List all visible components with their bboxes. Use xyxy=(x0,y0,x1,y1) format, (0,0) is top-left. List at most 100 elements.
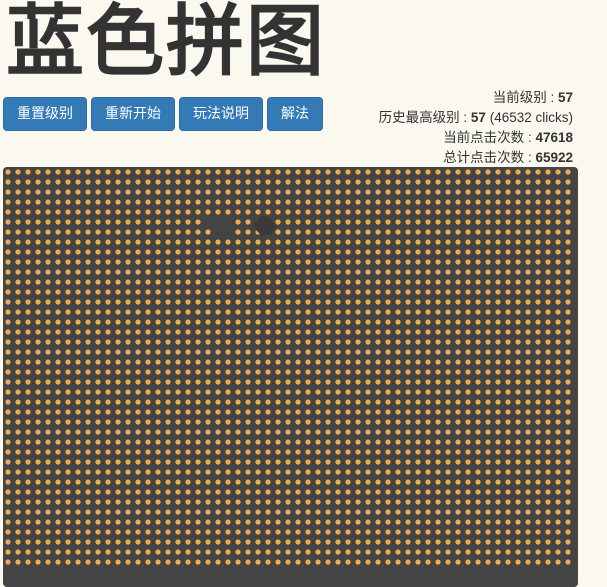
tile-dot[interactable] xyxy=(365,469,371,475)
tile-dot[interactable] xyxy=(75,509,81,515)
tile-dot[interactable] xyxy=(165,219,171,225)
tile-dot[interactable] xyxy=(195,269,201,275)
tile-dot[interactable] xyxy=(215,199,221,205)
tile-dot[interactable] xyxy=(125,169,131,175)
tile-dot[interactable] xyxy=(325,329,331,335)
tile-dot[interactable] xyxy=(145,509,151,515)
tile-dot[interactable] xyxy=(415,469,421,475)
tile-dot[interactable] xyxy=(275,539,281,545)
tile-dot[interactable] xyxy=(235,269,241,275)
tile-dot[interactable] xyxy=(165,549,171,555)
tile-dot[interactable] xyxy=(325,179,331,185)
tile-dot[interactable] xyxy=(395,559,401,565)
tile-dot[interactable] xyxy=(95,239,101,245)
tile-dot[interactable] xyxy=(145,469,151,475)
tile-dot[interactable] xyxy=(155,289,161,295)
tile-dot[interactable] xyxy=(485,229,491,235)
tile-dot[interactable] xyxy=(5,339,11,345)
tile-dot[interactable] xyxy=(465,229,471,235)
tile-dot[interactable] xyxy=(195,409,201,415)
tile-dot[interactable] xyxy=(125,339,131,345)
tile-dot[interactable] xyxy=(275,379,281,385)
tile-dot[interactable] xyxy=(145,449,151,455)
tile-dot[interactable] xyxy=(495,409,501,415)
tile-dot[interactable] xyxy=(535,289,541,295)
tile-dot[interactable] xyxy=(45,229,51,235)
tile-dot[interactable] xyxy=(135,229,141,235)
tile-dot[interactable] xyxy=(225,389,231,395)
tile-dot[interactable] xyxy=(555,359,561,365)
tile-dot[interactable] xyxy=(535,189,541,195)
tile-dot[interactable] xyxy=(465,479,471,485)
tile-dot[interactable] xyxy=(275,529,281,535)
tile-dot[interactable] xyxy=(565,209,571,215)
tile-dot[interactable] xyxy=(235,189,241,195)
tile-dot[interactable] xyxy=(535,369,541,375)
tile-dot[interactable] xyxy=(565,459,571,465)
tile-dot[interactable] xyxy=(75,479,81,485)
tile-dot[interactable] xyxy=(65,559,71,565)
tile-dot[interactable] xyxy=(495,239,501,245)
tile-dot[interactable] xyxy=(245,299,251,305)
tile-dot[interactable] xyxy=(425,439,431,445)
tile-dot[interactable] xyxy=(95,269,101,275)
tile-dot[interactable] xyxy=(235,289,241,295)
tile-dot[interactable] xyxy=(465,539,471,545)
tile-dot[interactable] xyxy=(415,419,421,425)
tile-dot[interactable] xyxy=(375,299,381,305)
tile-dot[interactable] xyxy=(195,529,201,535)
tile-dot[interactable] xyxy=(345,169,351,175)
tile-dot[interactable] xyxy=(325,459,331,465)
tile-dot[interactable] xyxy=(165,369,171,375)
tile-dot[interactable] xyxy=(235,359,241,365)
tile-dot[interactable] xyxy=(395,469,401,475)
tile-dot[interactable] xyxy=(435,239,441,245)
tile-dot[interactable] xyxy=(355,499,361,505)
tile-dot[interactable] xyxy=(515,289,521,295)
tile-dot[interactable] xyxy=(115,249,121,255)
tile-dot[interactable] xyxy=(105,399,111,405)
tile-dot[interactable] xyxy=(195,469,201,475)
tile-dot[interactable] xyxy=(295,229,301,235)
tile-dot[interactable] xyxy=(405,329,411,335)
tile-dot[interactable] xyxy=(115,239,121,245)
tile-dot[interactable] xyxy=(345,399,351,405)
tile-dot[interactable] xyxy=(15,369,21,375)
tile-dot[interactable] xyxy=(455,259,461,265)
tile-dot[interactable] xyxy=(395,499,401,505)
tile-dot[interactable] xyxy=(235,449,241,455)
tile-dot[interactable] xyxy=(485,439,491,445)
tile-dot[interactable] xyxy=(375,499,381,505)
tile-dot[interactable] xyxy=(115,539,121,545)
tile-dot[interactable] xyxy=(75,429,81,435)
tile-dot[interactable] xyxy=(415,249,421,255)
tile-dot[interactable] xyxy=(235,529,241,535)
tile-dot[interactable] xyxy=(535,529,541,535)
tile-dot[interactable] xyxy=(245,529,251,535)
tile-dot[interactable] xyxy=(425,379,431,385)
tile-dot[interactable] xyxy=(335,499,341,505)
tile-dot[interactable] xyxy=(435,449,441,455)
tile-dot[interactable] xyxy=(115,339,121,345)
tile-dot[interactable] xyxy=(165,459,171,465)
tile-dot[interactable] xyxy=(35,229,41,235)
tile-dot[interactable] xyxy=(275,399,281,405)
tile-dot[interactable] xyxy=(515,169,521,175)
tile-dot[interactable] xyxy=(295,379,301,385)
tile-dot[interactable] xyxy=(465,299,471,305)
tile-dot[interactable] xyxy=(515,359,521,365)
tile-dot[interactable] xyxy=(295,239,301,245)
tile-dot[interactable] xyxy=(305,409,311,415)
tile-dot[interactable] xyxy=(355,389,361,395)
tile-dot[interactable] xyxy=(495,549,501,555)
tile-dot[interactable] xyxy=(425,219,431,225)
tile-dot[interactable] xyxy=(505,229,511,235)
tile-dot[interactable] xyxy=(155,349,161,355)
tile-dot[interactable] xyxy=(305,519,311,525)
tile-dot[interactable] xyxy=(65,519,71,525)
tile-dot[interactable] xyxy=(165,329,171,335)
tile-dot[interactable] xyxy=(465,349,471,355)
tile-dot[interactable] xyxy=(295,519,301,525)
tile-dot[interactable] xyxy=(515,279,521,285)
tile-dot[interactable] xyxy=(85,249,91,255)
